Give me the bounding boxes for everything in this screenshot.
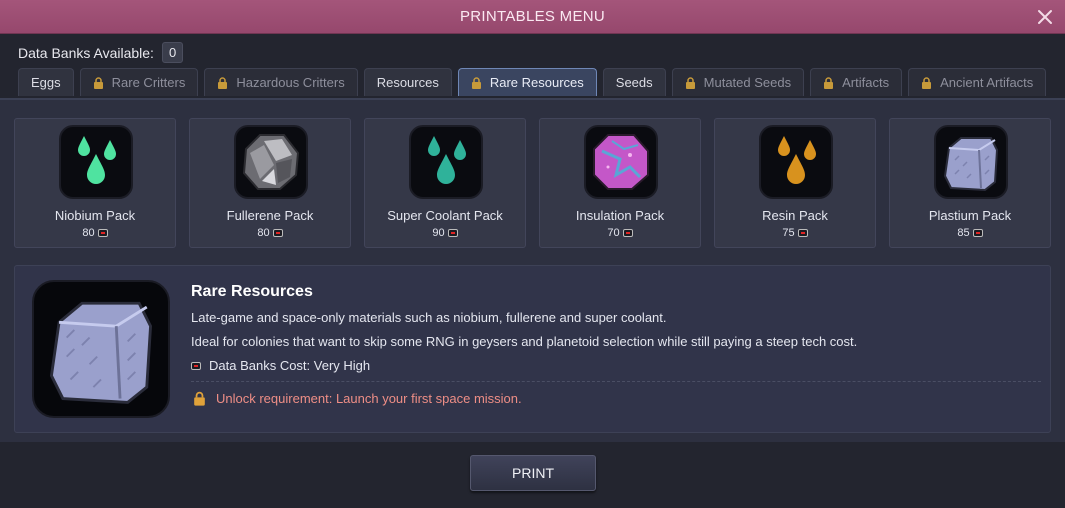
databank-icon xyxy=(272,229,283,237)
details-description-2: Ideal for colonies that want to skip som… xyxy=(191,334,858,349)
lock-icon xyxy=(193,391,206,406)
databank-icon xyxy=(447,229,458,237)
details-cost-text: Data Banks Cost: Very High xyxy=(209,358,371,373)
green-drops-icon xyxy=(59,125,133,199)
details-description-1: Late-game and space-only materials such … xyxy=(191,310,667,325)
tab-artifacts[interactable]: Artifacts xyxy=(810,68,903,96)
pack-cost-value: 80 xyxy=(257,227,270,239)
details-cost: Data Banks Cost: Very High xyxy=(191,358,370,373)
databank-icon xyxy=(797,229,808,237)
close-icon[interactable] xyxy=(1035,7,1055,27)
tab-label: Seeds xyxy=(615,75,653,90)
plastium-block-icon xyxy=(32,280,170,418)
pack-cost: 75 xyxy=(715,227,875,239)
plastium-block-icon xyxy=(934,125,1008,199)
footer: PRINT xyxy=(0,442,1065,508)
tab-label: Resources xyxy=(376,75,439,90)
fullerene-rock-icon xyxy=(234,125,308,199)
pack-name: Super Coolant Pack xyxy=(387,208,503,223)
pack-cost-value: 75 xyxy=(782,227,795,239)
window-title: PRINTABLES MENU xyxy=(459,8,606,25)
pack-card-super-coolant[interactable]: Super Coolant Pack 90 xyxy=(364,118,526,248)
title-bar: PRINTABLES MENU xyxy=(0,0,1065,34)
lock-icon xyxy=(823,76,834,89)
tab-rare-critters[interactable]: Rare Critters xyxy=(79,68,199,96)
pack-cost: 70 xyxy=(540,227,700,239)
tab-resources[interactable]: Resources xyxy=(363,68,452,96)
pack-cost-value: 70 xyxy=(607,227,620,239)
pack-list: Niobium Pack 80 Fullerene Pack 80 Super … xyxy=(14,118,1051,248)
pack-cost-value: 80 xyxy=(82,227,95,239)
amber-drops-icon xyxy=(759,125,833,199)
category-tabs: Eggs Rare Critters Hazardous Critters Re… xyxy=(18,68,1047,96)
databank-icon xyxy=(622,229,633,237)
tab-label: Mutated Seeds xyxy=(703,75,792,90)
pack-cost-value: 90 xyxy=(432,227,445,239)
tab-label: Hazardous Critters xyxy=(236,75,345,90)
top-bar: Data Banks Available: 0 Eggs Rare Critte… xyxy=(0,34,1065,98)
pack-card-plastium[interactable]: Plastium Pack 85 xyxy=(889,118,1051,248)
databank-icon xyxy=(972,229,983,237)
insulation-crystal-icon xyxy=(584,125,658,199)
lock-icon xyxy=(921,76,932,89)
pack-cost: 85 xyxy=(890,227,1050,239)
data-banks-label: Data Banks Available: xyxy=(18,44,154,61)
databank-icon xyxy=(191,361,201,370)
tab-seeds[interactable]: Seeds xyxy=(602,68,666,96)
lock-icon xyxy=(685,76,696,89)
pack-cost-value: 85 xyxy=(957,227,970,239)
pack-card-resin[interactable]: Resin Pack 75 xyxy=(714,118,876,248)
lock-icon xyxy=(217,76,228,89)
tab-label: Artifacts xyxy=(842,75,890,90)
pack-name: Insulation Pack xyxy=(575,208,665,223)
pack-cost: 80 xyxy=(190,227,350,239)
divider xyxy=(191,381,1041,382)
tab-mutated-seeds[interactable]: Mutated Seeds xyxy=(671,68,805,96)
data-banks-available: Data Banks Available: 0 xyxy=(18,42,184,63)
pack-card-fullerene[interactable]: Fullerene Pack 80 xyxy=(189,118,351,248)
unlock-requirement: Unlock requirement: Launch your first sp… xyxy=(193,391,522,406)
lock-icon xyxy=(93,76,104,89)
tab-ancient-artifacts[interactable]: Ancient Artifacts xyxy=(908,68,1047,96)
pack-name: Fullerene Pack xyxy=(226,208,314,223)
print-button[interactable]: PRINT xyxy=(470,455,596,491)
lock-icon xyxy=(471,76,482,89)
content-panel: Niobium Pack 80 Fullerene Pack 80 Super … xyxy=(0,98,1065,442)
tab-rare-resources[interactable]: Rare Resources xyxy=(457,68,597,96)
tab-label: Eggs xyxy=(31,75,61,90)
details-title: Rare Resources xyxy=(191,283,313,300)
tab-label: Rare Critters xyxy=(111,75,186,90)
pack-card-insulation[interactable]: Insulation Pack 70 xyxy=(539,118,701,248)
pack-cost: 90 xyxy=(365,227,525,239)
pack-card-niobium[interactable]: Niobium Pack 80 xyxy=(14,118,176,248)
databank-icon xyxy=(97,229,108,237)
pack-name: Niobium Pack xyxy=(54,208,136,223)
data-banks-count: 0 xyxy=(161,42,184,63)
unlock-text: Unlock requirement: Launch your first sp… xyxy=(216,391,522,406)
tab-label: Ancient Artifacts xyxy=(940,75,1034,90)
tab-hazardous-critters[interactable]: Hazardous Critters xyxy=(204,68,358,96)
teal-drops-icon xyxy=(409,125,483,199)
pack-cost: 80 xyxy=(15,227,175,239)
tab-label: Rare Resources xyxy=(489,75,584,90)
pack-name: Plastium Pack xyxy=(928,208,1012,223)
pack-name: Resin Pack xyxy=(762,208,828,223)
details-panel: Rare Resources Late-game and space-only … xyxy=(14,265,1051,433)
tab-eggs[interactable]: Eggs xyxy=(18,68,74,96)
